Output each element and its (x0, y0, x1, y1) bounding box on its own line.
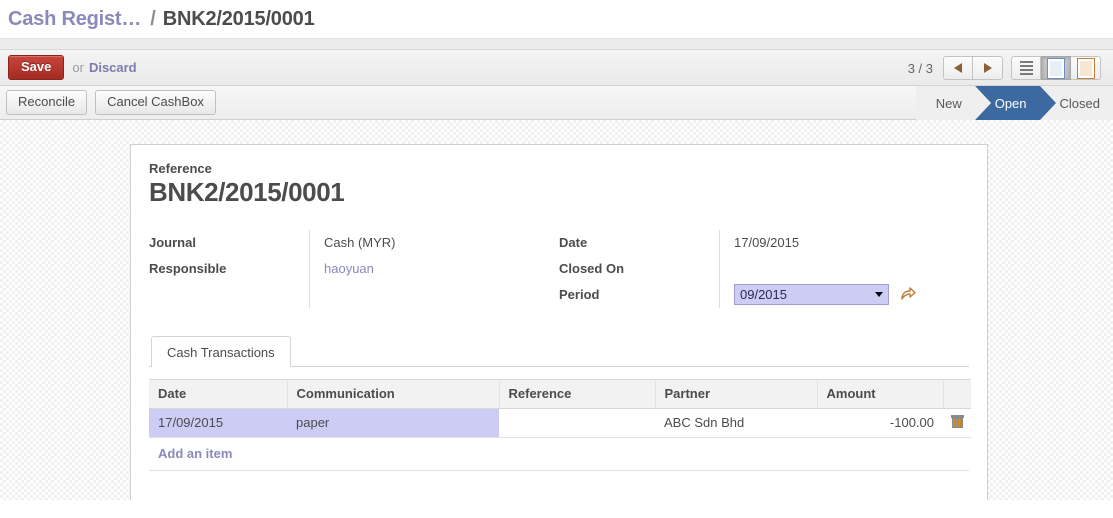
status-item-new-label: New (935, 95, 962, 111)
kanban-view-button[interactable] (1071, 56, 1101, 80)
responsible-value-cell: haoyuan (309, 255, 559, 282)
chevron-down-icon (875, 292, 883, 298)
column-header-date[interactable]: Date (149, 378, 288, 409)
closed-on-value[interactable] (719, 255, 969, 282)
table-row[interactable]: 17/09/2015 paper ABC Sdn Bhd -100.00 (149, 408, 971, 438)
field-row-responsible: Responsible haoyuan (149, 255, 559, 282)
notebook: Cash Transactions Date Communication Ref… (149, 335, 971, 500)
page-title: BNK2/2015/0001 (149, 177, 345, 207)
cash-transactions-list: Date Communication Reference Partner Amo… (149, 378, 971, 500)
tab-cash-transactions[interactable]: Cash Transactions (151, 335, 291, 367)
cell-reference[interactable] (499, 408, 655, 438)
column-header-amount[interactable]: Amount (817, 378, 944, 409)
status-item-open[interactable]: Open (974, 86, 1056, 120)
column-header-partner[interactable]: Partner (655, 378, 818, 409)
transactions-table: Date Communication Reference Partner Amo… (149, 378, 971, 438)
external-link-icon[interactable] (900, 286, 916, 303)
table-header-row: Date Communication Reference Partner Amo… (149, 378, 971, 409)
form-view-button[interactable] (1041, 56, 1071, 80)
pager-previous-button[interactable] (943, 56, 973, 80)
trash-icon[interactable] (950, 414, 964, 428)
closed-on-label: Closed On (559, 261, 625, 277)
left-spacer-label (149, 282, 310, 308)
list-view-icon (1019, 61, 1033, 75)
header-divider (0, 38, 1113, 50)
field-row-closed-on: Closed On (559, 255, 969, 282)
action-bar: Reconcile Cancel CashBox New Open Closed (0, 86, 1113, 120)
cancel-cashbox-button[interactable]: Cancel CashBox (95, 89, 216, 116)
breadcrumb-parent-link[interactable]: Cash Regist… (8, 8, 141, 31)
left-spacer-value (309, 281, 559, 308)
column-header-reference[interactable]: Reference (499, 378, 656, 409)
discard-button[interactable]: Discard (89, 60, 137, 75)
breadcrumb: Cash Regist… / BNK2/2015/0001 (0, 0, 1113, 38)
pager-counter: 3 / 3 (907, 60, 933, 76)
kanban-view-icon (1077, 58, 1094, 78)
field-row-date: Date 17/09/2015 (559, 229, 969, 256)
pager-buttons (943, 56, 1003, 80)
list-view-button[interactable] (1011, 56, 1041, 80)
field-row-left-spacer (149, 281, 559, 308)
cell-delete (943, 408, 971, 438)
arrow-left-icon (954, 63, 962, 73)
column-header-controls (943, 378, 971, 409)
control-panel: Save or Discard 3 / 3 (0, 50, 1113, 86)
view-switcher (1011, 56, 1101, 80)
breadcrumb-current: BNK2/2015/0001 (162, 7, 315, 30)
cell-partner[interactable]: ABC Sdn Bhd (655, 408, 817, 438)
status-item-closed-label: Closed (1059, 95, 1100, 111)
responsible-label: Responsible (149, 261, 227, 277)
period-select-value: 09/2015 (740, 287, 787, 303)
column-header-communication[interactable]: Communication (287, 378, 500, 409)
form-group-left: Journal Cash (MYR) Responsible haoyuan (149, 229, 559, 308)
form-view-icon (1048, 58, 1064, 78)
tab-cash-transactions-label: Cash Transactions (167, 344, 275, 360)
breadcrumb-separator: / (150, 7, 156, 30)
control-panel-right: 3 / 3 (908, 50, 1109, 86)
form-background: Reference BNK2/2015/0001 Journal Cash (M… (0, 120, 1113, 500)
field-row-journal: Journal Cash (MYR) (149, 229, 559, 256)
arrow-right-icon (983, 63, 992, 73)
form-group-right: Date 17/09/2015 Closed On Period 09/2015 (559, 229, 969, 308)
add-an-item-link[interactable]: Add an item (149, 438, 232, 470)
date-label: Date (559, 235, 588, 251)
form-groups: Journal Cash (MYR) Responsible haoyuan D… (149, 229, 969, 308)
reconcile-button[interactable]: Reconcile (6, 89, 88, 116)
field-row-period: Period 09/2015 (559, 281, 969, 308)
save-button[interactable]: Save (8, 54, 65, 81)
period-value-cell: 09/2015 (719, 281, 969, 308)
journal-value[interactable]: Cash (MYR) (309, 229, 559, 256)
pager-next-button[interactable] (973, 56, 1003, 80)
period-label: Period (559, 287, 600, 303)
date-value[interactable]: 17/09/2015 (719, 229, 969, 256)
status-bar: New Open Closed (915, 86, 1113, 120)
notebook-tabs: Cash Transactions (149, 335, 969, 367)
status-item-new[interactable]: New (915, 86, 991, 120)
or-label: or (72, 60, 84, 75)
status-item-open-label: Open (994, 95, 1027, 111)
journal-label: Journal (149, 235, 196, 251)
form-sheet: Reference BNK2/2015/0001 Journal Cash (M… (130, 144, 988, 500)
cell-communication[interactable]: paper (287, 408, 499, 438)
transactions-footer-row-1 (149, 469, 969, 500)
responsible-value-link[interactable]: haoyuan (324, 261, 374, 276)
period-select[interactable]: 09/2015 (734, 284, 889, 306)
reference-label: Reference (149, 161, 212, 176)
cell-date[interactable]: 17/09/2015 (149, 408, 287, 438)
cell-amount[interactable]: -100.00 (817, 408, 943, 438)
